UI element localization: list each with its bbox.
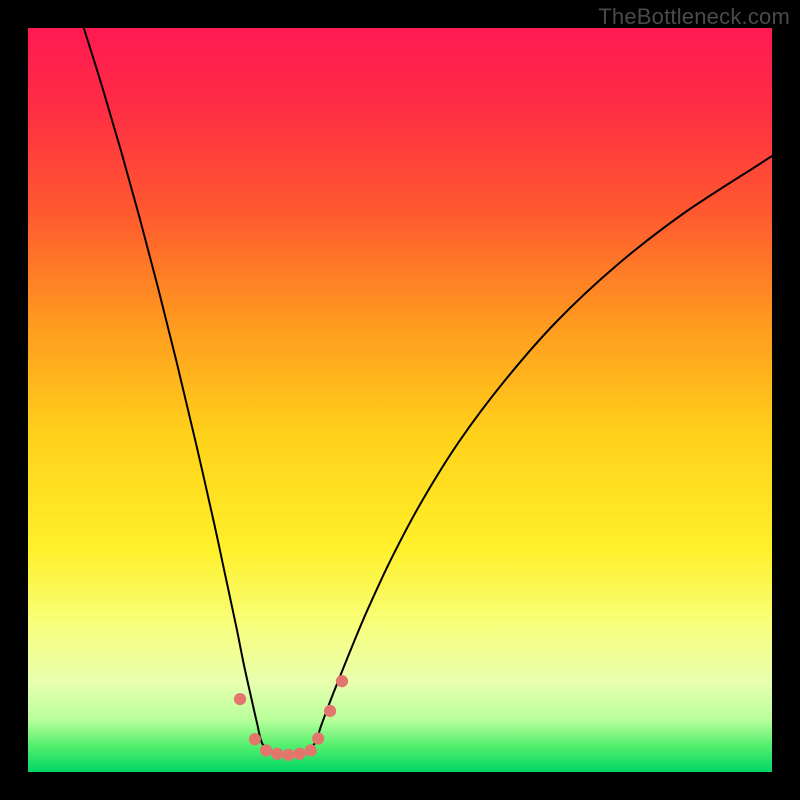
watermark-text: TheBottleneck.com bbox=[598, 4, 790, 30]
datapoint-marker bbox=[324, 705, 336, 717]
datapoint-marker bbox=[260, 744, 272, 756]
datapoint-marker bbox=[312, 732, 324, 744]
bottleneck-curve-chart bbox=[28, 28, 772, 772]
datapoint-marker bbox=[249, 733, 261, 745]
datapoint-marker bbox=[282, 749, 294, 761]
datapoint-marker bbox=[305, 744, 317, 756]
datapoint-marker bbox=[271, 748, 283, 760]
gradient-background bbox=[28, 28, 772, 772]
datapoint-marker bbox=[234, 693, 246, 705]
datapoint-marker bbox=[293, 748, 305, 760]
chart-frame bbox=[28, 28, 772, 772]
datapoint-marker bbox=[336, 675, 348, 687]
